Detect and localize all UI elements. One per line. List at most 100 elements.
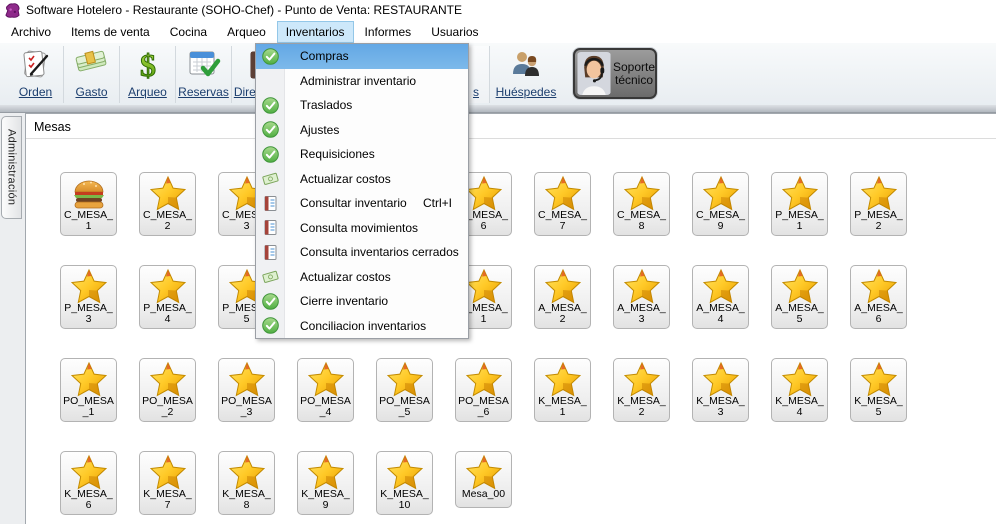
mesa-icon	[861, 268, 897, 304]
mesa-button[interactable]: K_MESA_2	[613, 358, 670, 422]
mesa-label: A_MESA_4	[694, 303, 747, 325]
mesa-label: K_MESA_6	[62, 489, 115, 511]
menubar-item[interactable]: Informes	[356, 21, 421, 43]
mesa-button[interactable]: PO_MESA_4	[297, 358, 354, 422]
mesa-button[interactable]: C_MESA_7	[534, 172, 591, 236]
mesa-button[interactable]: C_MESA_1	[60, 172, 117, 236]
toolbar-button[interactable]: Orden	[8, 46, 64, 103]
mesa-button[interactable]: P_MESA_3	[60, 265, 117, 329]
mesa-button[interactable]: K_MESA_5	[850, 358, 907, 422]
mesa-label: PO_MESA_5	[378, 396, 431, 418]
menu-item-label: Traslados	[300, 98, 352, 112]
menubar-item[interactable]: Cocina	[161, 21, 216, 43]
dropdown-menu-item[interactable]: Consultar inventario Ctrl+I	[256, 191, 468, 216]
toolbar-button[interactable]: Gasto	[64, 46, 120, 103]
menubar-item-label: Inventarios	[286, 25, 345, 39]
mesa-button[interactable]: K_MESA_1	[534, 358, 591, 422]
menu-item-shortcut: Ctrl+I	[423, 196, 468, 210]
dropdown-menu-item[interactable]: Ajustes	[256, 118, 468, 143]
mesa-icon	[782, 268, 818, 304]
mesa-button[interactable]: A_MESA_5	[771, 265, 828, 329]
dropdown-menu-item[interactable]: Consulta inventarios cerrados	[256, 240, 468, 265]
mesa-label: K_MESA_4	[773, 396, 826, 418]
menu-item-icon	[262, 244, 279, 261]
mesa-icon	[71, 454, 107, 490]
dropdown-menu-item[interactable]: Actualizar costos	[256, 265, 468, 290]
menubar-item[interactable]: Arqueo	[218, 21, 275, 43]
guests-button[interactable]: Huéspedes	[497, 46, 555, 103]
mesa-button[interactable]: PO_MESA_2	[139, 358, 196, 422]
sidebar-tab-label: Administración	[6, 129, 18, 205]
mesa-button[interactable]: K_MESA_3	[692, 358, 749, 422]
mesa-icon	[387, 454, 423, 490]
toolbar-buttons: Orden Gasto Arqueo Reservas	[8, 46, 288, 103]
mesa-button[interactable]: P_MESA_2	[850, 172, 907, 236]
mesa-label: C_MESA_2	[141, 210, 194, 232]
guests-label: Huéspedes	[496, 85, 557, 99]
toolbar-button[interactable]: Arqueo	[120, 46, 176, 103]
toolbar-button[interactable]: Reservas	[176, 46, 232, 103]
dropdown-menu-item[interactable]: Conciliacion inventarios	[256, 314, 468, 339]
support-button[interactable]: Soporte técnico	[573, 48, 657, 99]
mesa-button[interactable]: PO_MESA_5	[376, 358, 433, 422]
mesa-icon	[308, 361, 344, 397]
dropdown-menu-item[interactable]: Cierre inventario	[256, 289, 468, 314]
toolbar-button-icon	[131, 46, 165, 82]
mesa-button[interactable]: K_MESA_8	[218, 451, 275, 515]
mesa-icon	[466, 454, 502, 490]
mesa-button[interactable]: C_MESA_8	[613, 172, 670, 236]
mesa-button[interactable]: A_MESA_2	[534, 265, 591, 329]
mesa-button[interactable]: K_MESA_6	[60, 451, 117, 515]
mesa-label: P_MESA_4	[141, 303, 194, 325]
menu-item-label: Ajustes	[300, 123, 339, 137]
dropdown-menu-item[interactable]: Administrar inventario	[256, 69, 468, 94]
menubar-item-label: Arqueo	[227, 25, 266, 39]
menu-item-label: Requisiciones	[300, 147, 375, 161]
mesa-button[interactable]: C_MESA_9	[692, 172, 749, 236]
mesa-label: PO_MESA_6	[457, 396, 510, 418]
menu-item-label: Conciliacion inventarios	[300, 319, 426, 333]
dropdown-menu-item[interactable]: Traslados	[256, 93, 468, 118]
mesa-button[interactable]: Mesa_00	[455, 451, 512, 508]
toolbar-button-label: Gasto	[75, 85, 107, 99]
mesa-button[interactable]: P_MESA_4	[139, 265, 196, 329]
mesa-icon	[308, 454, 344, 490]
menu-item-icon	[262, 121, 279, 138]
dropdown-menu-item[interactable]: Actualizar costos	[256, 167, 468, 192]
dropdown-menu-item[interactable]: Consulta movimientos	[256, 216, 468, 241]
menu-item-label: Administrar inventario	[300, 74, 416, 88]
dropdown-menu-item[interactable]: Requisiciones	[256, 142, 468, 167]
mesa-button[interactable]: K_MESA_10	[376, 451, 433, 515]
mesa-button[interactable]: A_MESA_6	[850, 265, 907, 329]
mesa-button[interactable]: K_MESA_9	[297, 451, 354, 515]
mesa-button[interactable]: C_MESA_2	[139, 172, 196, 236]
mesa-label: K_MESA_1	[536, 396, 589, 418]
mesa-button[interactable]: A_MESA_3	[613, 265, 670, 329]
menubar-item[interactable]: Archivo	[2, 21, 60, 43]
menu-item-icon	[262, 72, 279, 89]
mesa-label: Mesa_00	[462, 489, 505, 500]
dropdown-menu-item[interactable]: Compras	[256, 44, 468, 69]
menubar-item[interactable]: Items de venta	[62, 21, 159, 43]
menubar-item-label: Informes	[365, 25, 412, 39]
menubar-item-label: Archivo	[11, 25, 51, 39]
menu-item-icon	[262, 268, 279, 285]
mesa-icon	[624, 361, 660, 397]
sidebar-tab-administracion[interactable]: Administración	[1, 116, 22, 219]
mesa-button[interactable]: PO_MESA_6	[455, 358, 512, 422]
mesa-button[interactable]: K_MESA_4	[771, 358, 828, 422]
menu-item-icon	[262, 317, 279, 334]
menubar-item[interactable]: Usuarios	[422, 21, 487, 43]
mesa-button[interactable]: K_MESA_7	[139, 451, 196, 515]
mesa-button[interactable]: PO_MESA_1	[60, 358, 117, 422]
mesa-icon	[861, 175, 897, 211]
mesa-button[interactable]: A_MESA_4	[692, 265, 749, 329]
menu-item-icon	[262, 146, 279, 163]
mesa-label: P_MESA_2	[852, 210, 905, 232]
mesa-button[interactable]: P_MESA_1	[771, 172, 828, 236]
menu-item-icon	[262, 219, 279, 236]
mesa-button[interactable]: PO_MESA_3	[218, 358, 275, 422]
menubar-item[interactable]: Inventarios	[277, 21, 354, 43]
mesa-icon	[703, 268, 739, 304]
mesa-icon	[545, 175, 581, 211]
